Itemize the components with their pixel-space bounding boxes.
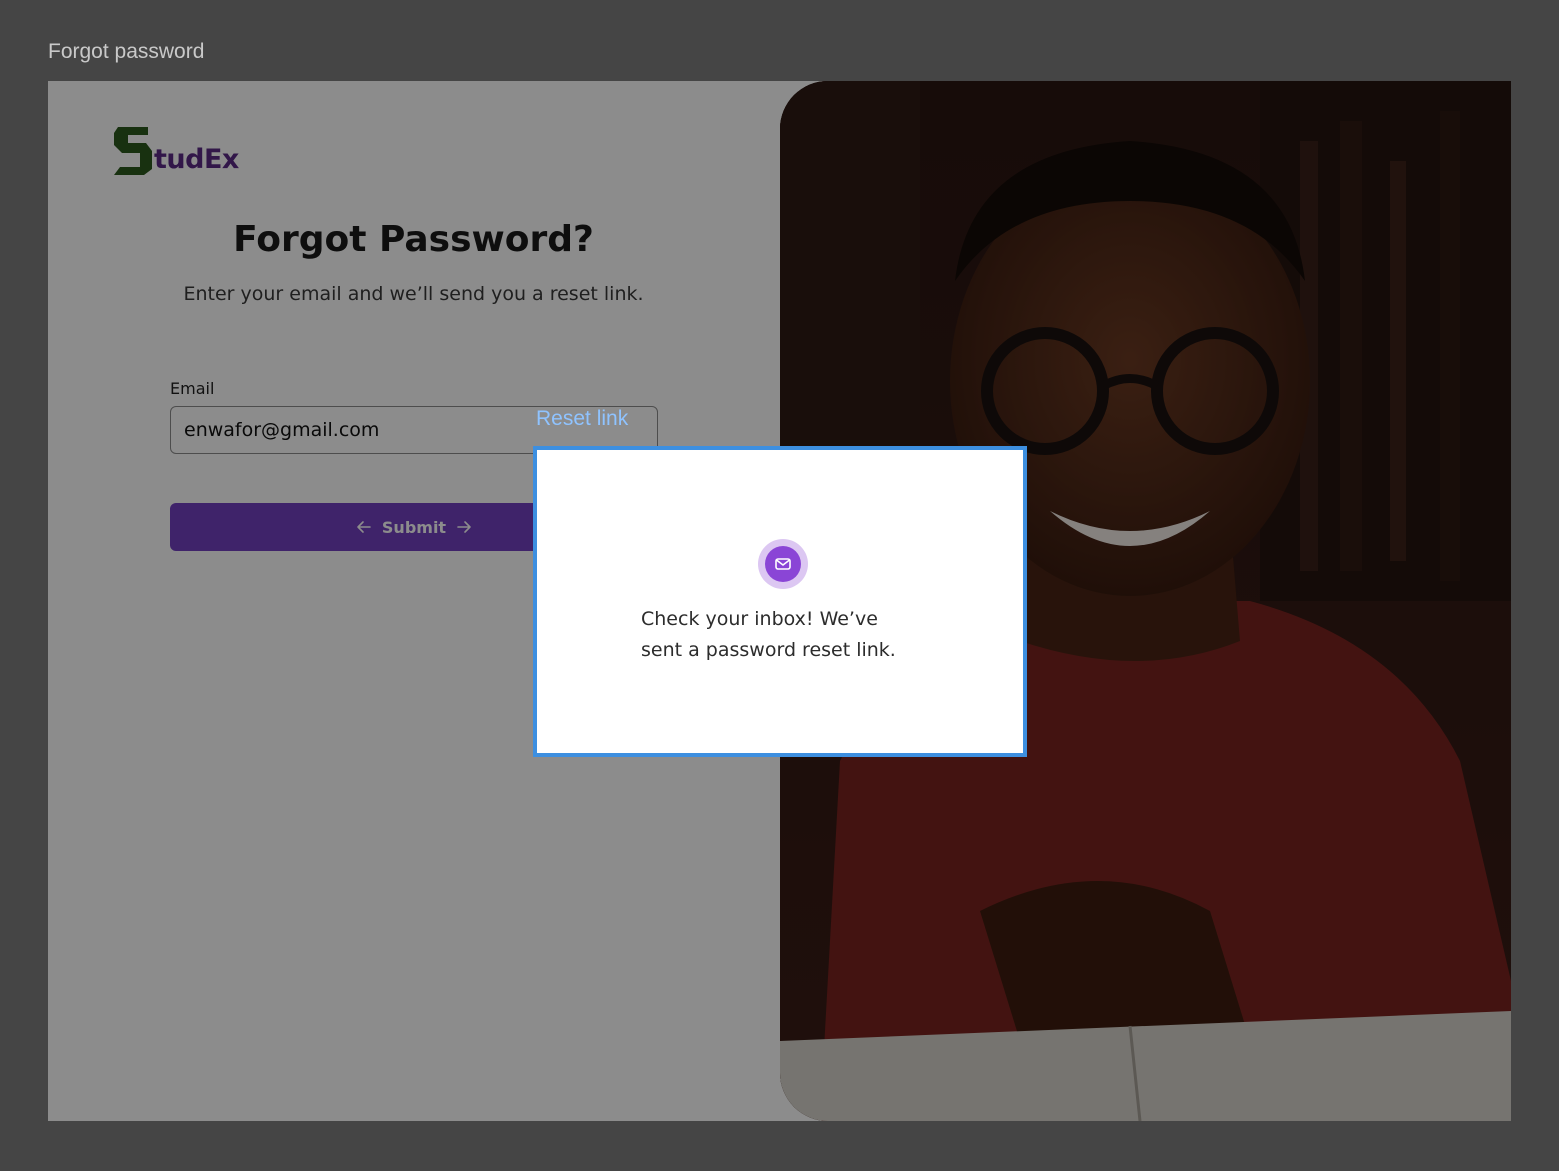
page-subtitle: Enter your email and we’ll send you a re… [183, 283, 644, 305]
mail-badge [758, 539, 808, 589]
modal-message-line-1: Check your inbox! We’ve [641, 608, 878, 630]
arrow-right-icon [457, 521, 471, 533]
page-title: Forgot Password? [233, 219, 594, 260]
brand-name: tudEx [154, 144, 239, 175]
arrow-left-icon [357, 521, 371, 533]
mail-icon [775, 558, 791, 570]
submit-label: Submit [381, 517, 447, 537]
frame-title: Forgot password [48, 40, 205, 63]
studex-logo: tudEx [112, 125, 239, 177]
modal-frame-label: Reset link [536, 407, 629, 430]
logo-mark-icon [114, 127, 152, 175]
email-label: Email [170, 379, 215, 398]
modal-message: Check your inbox! We’ve sent a password … [641, 604, 941, 666]
reset-link-modal: Check your inbox! We’ve sent a password … [533, 446, 1027, 757]
modal-message-line-2: sent a password reset link. [641, 639, 896, 661]
